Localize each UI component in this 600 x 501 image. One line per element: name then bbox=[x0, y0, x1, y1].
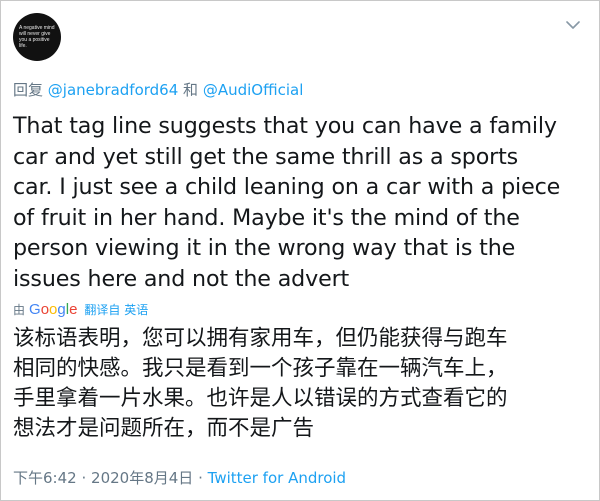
chevron-down-icon bbox=[566, 21, 580, 29]
tweet-source-link[interactable]: Twitter for Android bbox=[208, 469, 346, 487]
mention-link-audiofficial[interactable]: @AudiOfficial bbox=[203, 81, 304, 99]
reply-context: 回复 @janebradford64 和 @AudiOfficial bbox=[13, 79, 303, 100]
meta-separator: · bbox=[81, 469, 87, 487]
meta-separator: · bbox=[198, 469, 203, 487]
avatar-text: A negative mind will never give you a po… bbox=[19, 25, 55, 49]
tweet-text-line: issues here and not the advert bbox=[13, 265, 350, 292]
translated-text-line: 该标语表明，您可以拥有家用车，但仍能获得与跑车 bbox=[13, 326, 508, 351]
tweet-text-line: car and yet still get the same thrill as… bbox=[13, 143, 519, 170]
tweet-text-line: car. I just see a child leaning on a car… bbox=[13, 174, 561, 200]
translated-tweet-body: 该标语表明，您可以拥有家用车，但仍能获得与跑车 相同的快感。我只是看到一个孩子靠… bbox=[13, 324, 588, 444]
tweet-body: That tag line suggests that you can have… bbox=[13, 111, 588, 294]
avatar[interactable]: A negative mind will never give you a po… bbox=[13, 13, 61, 61]
translation-by-label: 由 bbox=[13, 303, 26, 317]
tweet-metadata: 下午6:42 · 2020年8月4日 · Twitter for Android bbox=[13, 467, 346, 488]
more-options-button[interactable] bbox=[563, 15, 583, 35]
reply-prefix: 回复 bbox=[13, 81, 44, 99]
tweet-time[interactable]: 下午6:42 bbox=[13, 469, 77, 487]
reply-conjunction: 和 bbox=[183, 81, 199, 99]
tweet-text-line: That tag line suggests that you can have… bbox=[13, 113, 557, 139]
translated-from-link[interactable]: 翻译自 英语 bbox=[84, 301, 148, 318]
translated-text-line: 想法才是问题所在，而不是广告 bbox=[13, 416, 315, 441]
google-logo: Google bbox=[29, 301, 78, 318]
translation-attribution: 由 Google 翻译自 英语 bbox=[13, 301, 148, 318]
tweet-text-line: of fruit in her hand. Maybe it's the min… bbox=[13, 204, 520, 231]
tweet-text-line: person viewing it in the wrong way that … bbox=[13, 235, 516, 261]
translated-text-line: 相同的快感。我只是看到一个孩子靠在一辆汽车上， bbox=[13, 356, 508, 381]
translated-text-line: 手里拿着一片水果。也许是人以错误的方式查看它的 bbox=[13, 386, 508, 411]
tweet-card: A negative mind will never give you a po… bbox=[0, 0, 600, 501]
tweet-date[interactable]: 2020年8月4日 bbox=[91, 469, 193, 487]
mention-link-janebradford64[interactable]: @janebradford64 bbox=[48, 81, 178, 99]
